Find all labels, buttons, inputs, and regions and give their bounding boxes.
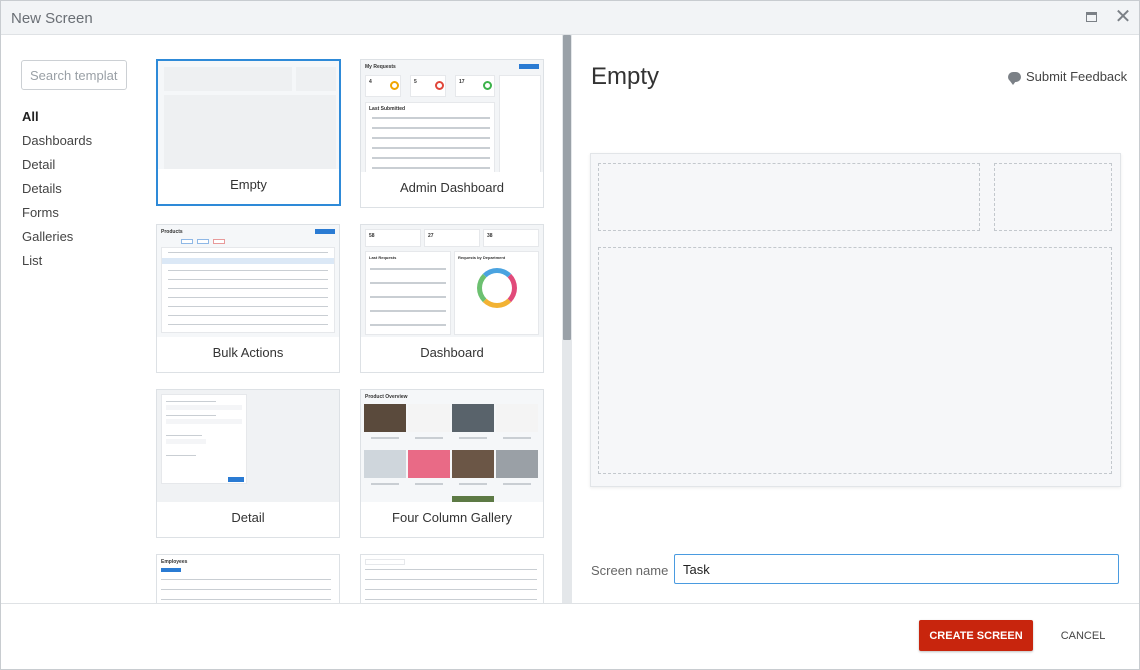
thumb-heading: Employees <box>161 559 188 565</box>
screen-name-label: Screen name <box>591 563 669 578</box>
category-forms[interactable]: Forms <box>22 206 92 230</box>
thumb-heading: My Requests <box>365 64 396 70</box>
template-label: Four Column Gallery <box>361 502 543 537</box>
template-label: Detail <box>157 502 339 537</box>
layout-placeholder <box>598 163 980 231</box>
template-card-admin-dashboard[interactable]: My Requests 4 5 17 Last Submitted Admin … <box>360 59 544 208</box>
template-thumbnail: 58 27 38 Last Requests Requests by Depar… <box>361 225 543 338</box>
thumb-section: Last Requests <box>369 255 397 260</box>
maximize-icon[interactable] <box>1083 9 1101 27</box>
template-thumbnail <box>361 555 543 603</box>
dialog-title: New Screen <box>11 10 93 27</box>
template-label: Admin Dashboard <box>361 172 543 207</box>
dialog-footer: CREATE SCREEN CANCEL <box>1 603 1139 669</box>
category-detail[interactable]: Detail <box>22 158 92 182</box>
template-label: Empty <box>158 169 339 204</box>
new-screen-dialog: New Screen ✕ All Dashboards Detail Detai… <box>0 0 1140 670</box>
template-card-four-column-gallery[interactable]: Product Overview Four Column Gallery <box>360 389 544 538</box>
submit-feedback-link[interactable]: Submit Feedback <box>1008 69 1128 85</box>
category-details[interactable]: Details <box>22 182 92 206</box>
category-list: All Dashboards Detail Details Forms Gall… <box>22 110 92 278</box>
template-thumbnail: My Requests 4 5 17 Last Submitted <box>361 60 543 173</box>
gallery-scrollbar[interactable] <box>562 35 572 603</box>
thumb-stat: 38 <box>487 233 493 239</box>
template-thumbnail: Product Overview <box>361 390 543 503</box>
category-all[interactable]: All <box>22 110 92 134</box>
thumb-stat: 4 <box>369 79 372 85</box>
search-templates-input[interactable] <box>21 60 127 90</box>
template-card-list[interactable] <box>360 554 544 603</box>
close-icon[interactable]: ✕ <box>1113 7 1133 27</box>
screen-name-input[interactable] <box>674 554 1119 584</box>
scrollbar-thumb[interactable] <box>563 35 571 340</box>
category-list[interactable]: List <box>22 254 92 278</box>
template-sidebar: All Dashboards Detail Details Forms Gall… <box>1 35 146 603</box>
template-gallery: Empty My Requests 4 5 17 Last Submitted <box>146 35 562 603</box>
thumb-stat: 27 <box>428 233 434 239</box>
preview-title: Empty <box>591 63 660 90</box>
template-label: Bulk Actions <box>157 337 339 372</box>
template-card-dashboard[interactable]: 58 27 38 Last Requests Requests by Depar… <box>360 224 544 373</box>
template-preview: Empty Submit Feedback Screen name <box>572 35 1139 603</box>
cancel-button[interactable]: CANCEL <box>1049 620 1117 651</box>
thumb-heading: Products <box>161 229 183 235</box>
thumb-section: Requests by Department <box>458 255 506 260</box>
template-thumbnail <box>158 61 339 173</box>
thumb-heading: Product Overview <box>365 394 408 400</box>
thumb-section: Last Submitted <box>369 106 406 112</box>
category-dashboards[interactable]: Dashboards <box>22 134 92 158</box>
layout-preview <box>590 153 1121 487</box>
template-label: Dashboard <box>361 337 543 372</box>
thumb-stat: 5 <box>414 79 417 85</box>
template-card-empty[interactable]: Empty <box>156 59 341 206</box>
speech-bubble-icon <box>1008 72 1021 85</box>
title-bar: New Screen ✕ <box>1 1 1139 35</box>
submit-feedback-label: Submit Feedback <box>1026 69 1128 84</box>
thumb-stat: 17 <box>459 79 465 85</box>
template-thumbnail: Employees <box>157 555 339 603</box>
template-card-bulk-actions[interactable]: Products Bulk Actions <box>156 224 340 373</box>
category-galleries[interactable]: Galleries <box>22 230 92 254</box>
template-card-employees[interactable]: Employees <box>156 554 340 603</box>
create-screen-button[interactable]: CREATE SCREEN <box>919 620 1033 651</box>
template-thumbnail <box>157 390 339 503</box>
template-card-detail[interactable]: Detail <box>156 389 340 538</box>
layout-placeholder <box>994 163 1112 231</box>
thumb-stat: 58 <box>369 233 375 239</box>
template-thumbnail: Products <box>157 225 339 338</box>
layout-placeholder <box>598 247 1112 474</box>
